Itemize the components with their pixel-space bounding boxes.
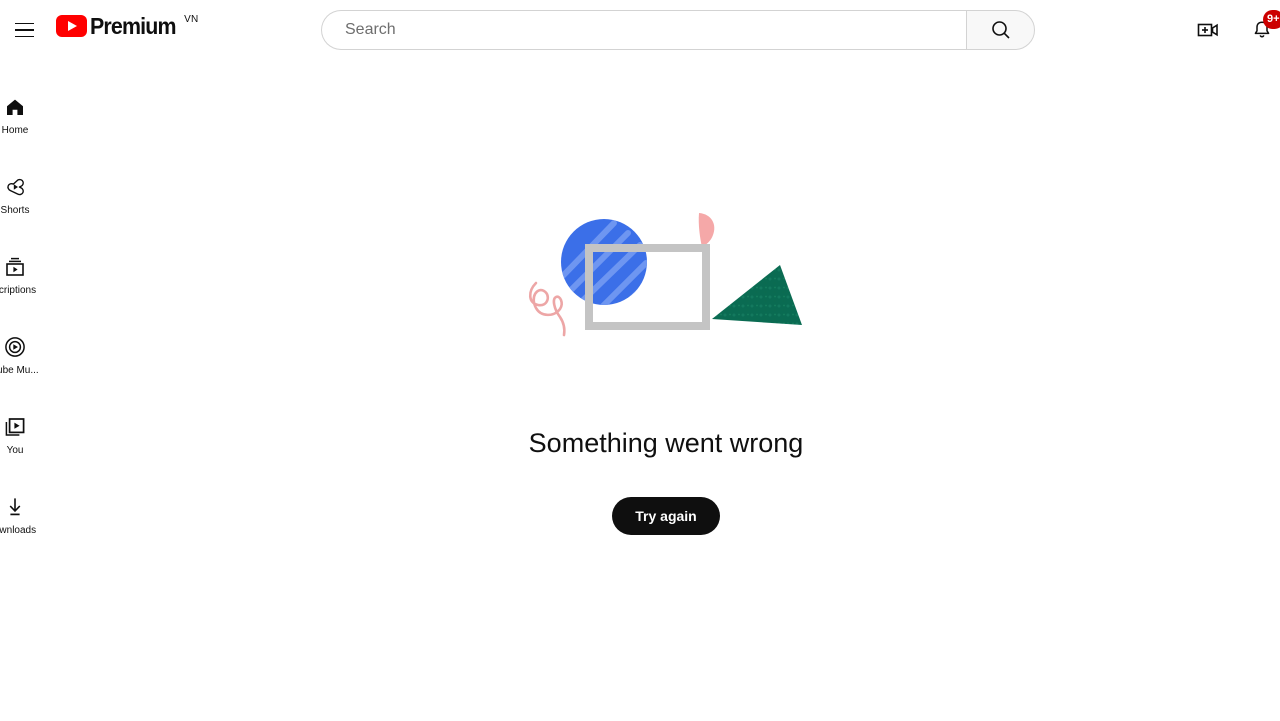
logo-country-code: VN [184, 14, 199, 25]
search-area [321, 10, 1035, 50]
subscriptions-icon [3, 255, 27, 279]
play-triangle [68, 21, 77, 31]
error-shapes-illustration [516, 205, 816, 380]
pink-squiggle [528, 281, 566, 337]
sidebar-item-subscriptions[interactable]: scriptions [0, 242, 52, 316]
blue-striped-circle [561, 219, 647, 305]
sidebar-label-you: You [6, 445, 24, 456]
search-input[interactable] [343, 20, 966, 40]
menu-bar-1 [14, 22, 34, 25]
sidebar-label-shorts: Shorts [0, 205, 30, 216]
masthead-header: Premium VN 9+ [0, 0, 1280, 60]
create-video-button[interactable] [1188, 10, 1228, 50]
hamburger-menu-icon[interactable] [6, 12, 42, 48]
downloads-icon [3, 495, 27, 519]
pink-petal [698, 213, 715, 247]
sidebar-item-downloads[interactable]: ownloads [0, 482, 52, 556]
menu-bar-2 [14, 29, 34, 31]
sidebar-label-subscriptions: scriptions [0, 285, 37, 296]
sidebar-label-home: Home [1, 125, 29, 136]
youtube-play-icon [56, 15, 87, 37]
sidebar-item-you[interactable]: You [0, 402, 52, 476]
menu-bar-3 [14, 35, 34, 38]
library-icon [3, 415, 27, 439]
search-submit-button[interactable] [966, 10, 1035, 50]
error-title: Something went wrong [528, 428, 804, 458]
mini-sidebar: Home Shorts scriptions [0, 60, 52, 721]
header-actions: 9+ [1188, 10, 1280, 50]
try-again-button[interactable]: Try again [612, 497, 720, 535]
sidebar-label-downloads: ownloads [0, 525, 37, 536]
youtube-music-icon [3, 335, 27, 359]
green-textured-triangle [712, 265, 802, 325]
sidebar-item-home[interactable]: Home [0, 82, 52, 156]
notifications-button[interactable]: 9+ [1242, 10, 1280, 50]
sidebar-item-youtube-music[interactable]: Tube Mu... [0, 322, 52, 396]
logo-premium-text: Premium [90, 13, 177, 39]
error-page-content: Something went wrong Try again [52, 60, 1280, 721]
shorts-icon [3, 175, 27, 199]
search-box[interactable] [321, 10, 966, 50]
youtube-premium-logo[interactable]: Premium VN [56, 14, 198, 38]
notification-badge: 9+ [1263, 10, 1280, 29]
home-icon [3, 95, 27, 119]
search-icon [991, 21, 1010, 39]
create-video-icon [1197, 23, 1218, 37]
sidebar-label-youtube-music: Tube Mu... [0, 365, 39, 376]
sidebar-item-shorts[interactable]: Shorts [0, 162, 52, 236]
